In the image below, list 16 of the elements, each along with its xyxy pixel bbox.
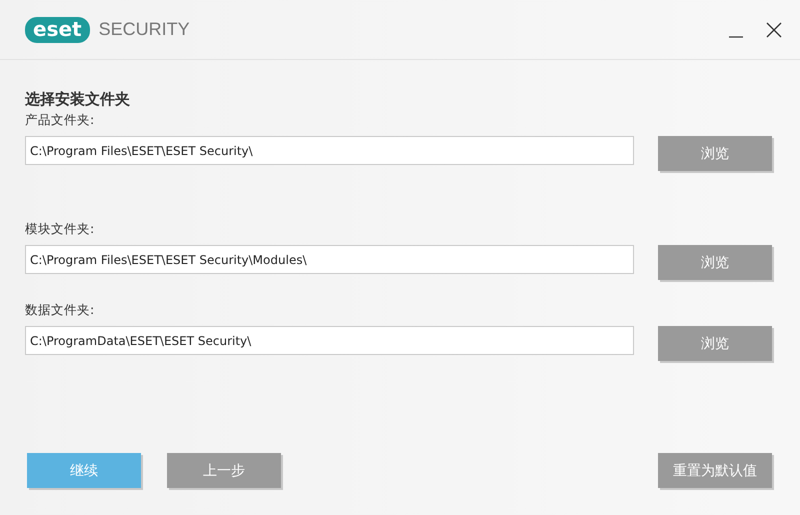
close-icon[interactable] bbox=[766, 22, 782, 38]
browse-button[interactable]: 浏览 bbox=[658, 326, 772, 361]
path-field[interactable]: C:\Program Files\ESET\ESET Security\Modules\ bbox=[25, 245, 634, 274]
browse-button[interactable]: 浏览 bbox=[658, 136, 772, 171]
field-label: 产品文件夹: bbox=[25, 112, 96, 129]
section-title: 选择安装文件夹 bbox=[25, 90, 131, 110]
logo: eset bbox=[25, 16, 90, 42]
continue-button[interactable]: 继续 bbox=[27, 453, 141, 488]
field-label: 模块文件夹: bbox=[25, 221, 96, 238]
reset-button[interactable]: 重置为默认值 bbox=[658, 453, 772, 488]
path-field[interactable]: C:\Program Files\ESET\ESET Security\ bbox=[25, 136, 634, 165]
browse-button[interactable]: 浏览 bbox=[658, 245, 772, 280]
product-name: SECURITY bbox=[98, 19, 190, 40]
path-field[interactable]: C:\ProgramData\ESET\ESET Security\ bbox=[25, 326, 634, 355]
back-button[interactable]: 上一步 bbox=[167, 453, 281, 488]
field-label: 数据文件夹: bbox=[25, 302, 96, 319]
